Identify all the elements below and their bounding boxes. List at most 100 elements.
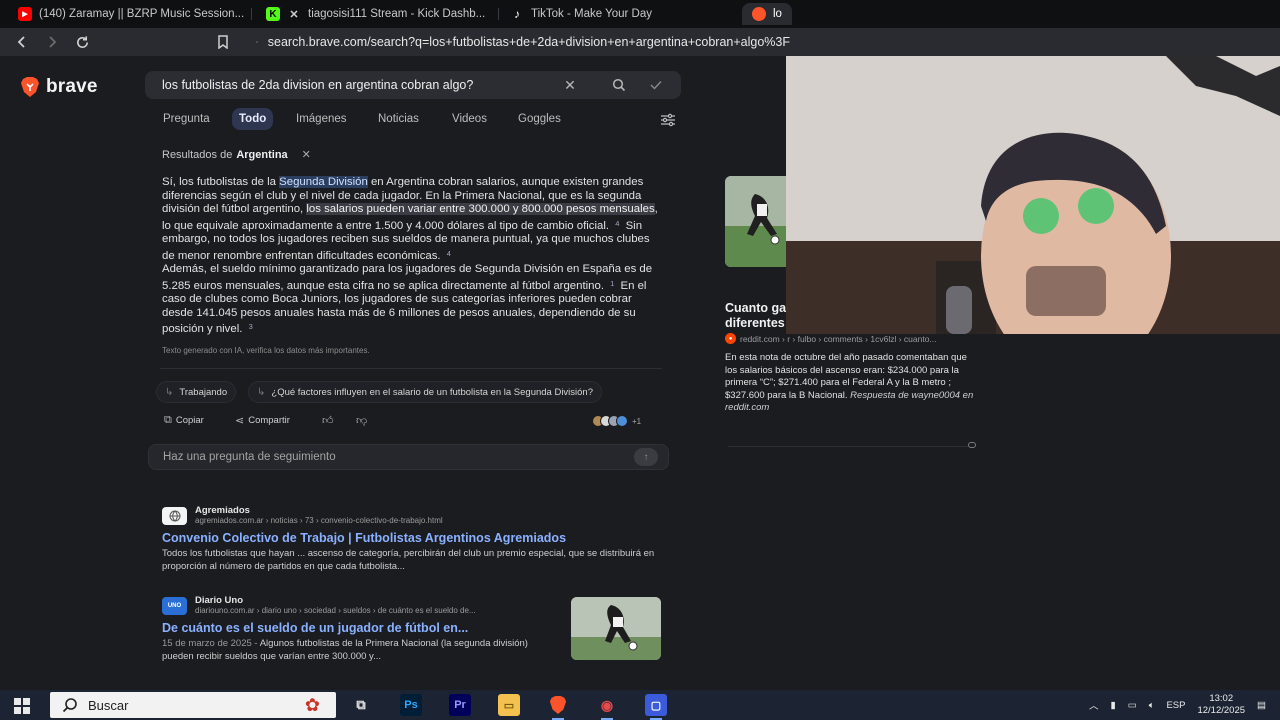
discussion-snippet: En esta nota de octubre del año pasado c… [725, 352, 975, 415]
site-info-icon[interactable] [256, 36, 258, 48]
notification-icon[interactable]: ▤ [1257, 700, 1266, 711]
app-icon[interactable]: ▢ [645, 694, 667, 720]
youtube-icon: ▶ [18, 7, 32, 21]
clock-date: 12/12/2025 [1197, 705, 1246, 716]
region-filter: Resultados de Argentina ✕ [162, 148, 311, 162]
windows-start-icon[interactable] [14, 698, 30, 714]
clear-icon[interactable]: ✕ [561, 76, 579, 94]
tab-todo[interactable]: Todo [232, 108, 274, 130]
network-icon[interactable]: ▭ [1128, 700, 1137, 711]
copy-button[interactable]: ⧉ Copiar [164, 414, 204, 427]
tab-kick[interactable]: K ✕ tiagosisi111 Stream - Kick Dashb... [256, 3, 496, 25]
chip-trabajando[interactable]: ↳ Trabajando [156, 381, 237, 403]
globe-icon [162, 507, 187, 525]
brave-icon [752, 7, 766, 21]
language-indicator[interactable]: ESP [1166, 700, 1185, 711]
result-snippet: Todos los futbolistas que hayan ... asce… [162, 548, 655, 572]
chip-suggested-question[interactable]: ↳ ¿Qué factores influyen en el salario d… [248, 381, 603, 403]
tab-imagenes[interactable]: Imágenes [289, 108, 354, 130]
diariouno-logo-icon: UNO [162, 597, 187, 615]
followup-placeholder: Haz una pregunta de seguimiento [163, 451, 336, 463]
result-snippet: 15 de marzo de 2025 - Algunos futbolista… [162, 638, 562, 663]
discussion-source-path: reddit.com › r › fulbo › comments › 1cv6… [740, 333, 937, 344]
page-content: brave los futbolistas de 2da division en… [0, 56, 1280, 690]
clock-time: 13:02 [1209, 693, 1234, 704]
submit-check-icon[interactable] [647, 76, 665, 94]
citation-ref[interactable]: 3 [249, 322, 253, 331]
search-input[interactable]: los futbolistas de 2da division en argen… [145, 71, 681, 99]
clock[interactable]: 13:02 12/12/2025 [1197, 693, 1245, 717]
tab-youtube[interactable]: ▶ (140) Zaramay || BZRP Music Session... [8, 3, 248, 25]
tab-goggles[interactable]: Goggles [511, 108, 568, 130]
answer-highlight[interactable]: Segunda División [279, 176, 368, 188]
result-url-path[interactable]: agremiados.com.ar › noticias › 73 › conv… [195, 516, 443, 526]
tab-videos[interactable]: Videos [445, 108, 494, 130]
address-bar[interactable]: search.brave.com/search?q=los+futbolista… [250, 31, 790, 53]
remove-region-icon[interactable]: ✕ [302, 148, 311, 161]
task-view-icon[interactable]: ⧉ [350, 694, 372, 716]
result-site-name: Diario Uno [195, 595, 244, 606]
share-button[interactable]: ⋖ Compartir [235, 414, 290, 427]
image-thumbnail[interactable] [725, 176, 787, 267]
file-explorer-icon[interactable]: ▭ [498, 694, 520, 716]
webcam-overlay [786, 56, 1280, 334]
copy-label: Copiar [175, 415, 204, 426]
browser-toolbar: search.brave.com/search?q=los+futbolista… [0, 28, 1280, 56]
forward-button[interactable] [42, 32, 62, 52]
answer-highlight[interactable]: los salarios pueden variar entre 300.000… [306, 203, 655, 215]
region-label: Resultados de [162, 148, 233, 161]
brave-logo[interactable]: brave [20, 76, 98, 98]
citation-ref[interactable]: 4 [447, 249, 451, 258]
taskbar-search-input[interactable]: Buscar ✿ [50, 692, 336, 718]
send-arrow-icon[interactable]: ↑ [634, 448, 658, 466]
thumbs-up-button[interactable]: 👍︎ [322, 414, 334, 427]
chevron-up-icon[interactable]: ︿ [1089, 698, 1099, 712]
url-text: search.brave.com/search?q=los+futbolista… [267, 35, 790, 49]
reddit-icon: ● [725, 333, 736, 344]
tab-tiktok[interactable]: ♪ TikTok - Make Your Day [500, 3, 730, 25]
mute-icon[interactable]: ✕ [287, 7, 301, 21]
obs-icon[interactable]: ◉ [596, 694, 618, 720]
result-title-link[interactable]: De cuánto es el sueldo de un jugador de … [162, 621, 562, 635]
return-arrow-icon: ↳ [257, 386, 266, 398]
divider [728, 446, 968, 447]
search-icon [62, 698, 77, 713]
tab-pregunta[interactable]: Pregunta [156, 108, 217, 130]
answer-text: Además, el sueldo mínimo garantizado par… [162, 263, 653, 292]
discussion-source[interactable]: ● reddit.com › r › fulbo › comments › 1c… [725, 333, 937, 344]
tab-strip: ▶ (140) Zaramay || BZRP Music Session...… [0, 0, 1280, 28]
volume-icon[interactable]: 🔈︎ [1149, 700, 1155, 711]
source-favicon-icon [616, 415, 628, 427]
thumbs-up-icon: 👍︎ [322, 415, 334, 427]
bookmark-button[interactable] [213, 32, 233, 52]
tab-brave-search[interactable]: lo [742, 3, 792, 25]
reload-button[interactable] [72, 32, 92, 52]
photoshop-icon[interactable]: Ps [400, 694, 422, 716]
result-title-link[interactable]: Convenio Colectivo de Trabajo | Futbolis… [162, 531, 662, 545]
poinsettia-icon: ✿ [304, 695, 320, 715]
brave-taskbar-icon[interactable] [547, 694, 569, 720]
thumbs-down-button[interactable]: 👎︎ [356, 414, 367, 427]
tab-noticias[interactable]: Noticias [371, 108, 426, 130]
tiktok-icon: ♪ [514, 7, 520, 21]
sources-avatars[interactable]: +1 [592, 415, 641, 427]
citation-ref[interactable]: 4 [615, 219, 619, 228]
thumbs-down-icon: 👎︎ [356, 415, 368, 427]
tab-title: tiagosisi111 Stream - Kick Dashb... [308, 8, 486, 20]
copy-icon: ⧉ [164, 414, 172, 426]
filter-settings-icon[interactable] [660, 113, 676, 127]
result-site-name: Agremiados [195, 505, 250, 516]
return-arrow-icon: ↳ [165, 386, 174, 398]
usb-icon[interactable]: ▮ [1111, 700, 1116, 711]
answer-text: Sí, los futbolistas de la [162, 176, 276, 188]
windows-taskbar: Buscar ✿ ⧉ Ps Pr ▭ ◉ ▢ ︿ ▮ ▭ 🔈︎ ESP 13:0… [0, 690, 1280, 720]
back-button[interactable] [12, 32, 32, 52]
result-thumbnail[interactable] [571, 597, 661, 660]
premiere-icon[interactable]: Pr [449, 694, 471, 716]
search-icon[interactable] [610, 76, 628, 94]
citation-ref[interactable]: 1 [610, 279, 614, 288]
ai-answer: Sí, los futbolistas de la Segunda Divisi… [162, 176, 662, 337]
followup-input[interactable]: Haz una pregunta de seguimiento ↑ [148, 444, 669, 470]
result-url-path[interactable]: diariouno.com.ar › diario uno › sociedad… [195, 606, 476, 616]
comment-icon[interactable] [968, 442, 976, 448]
